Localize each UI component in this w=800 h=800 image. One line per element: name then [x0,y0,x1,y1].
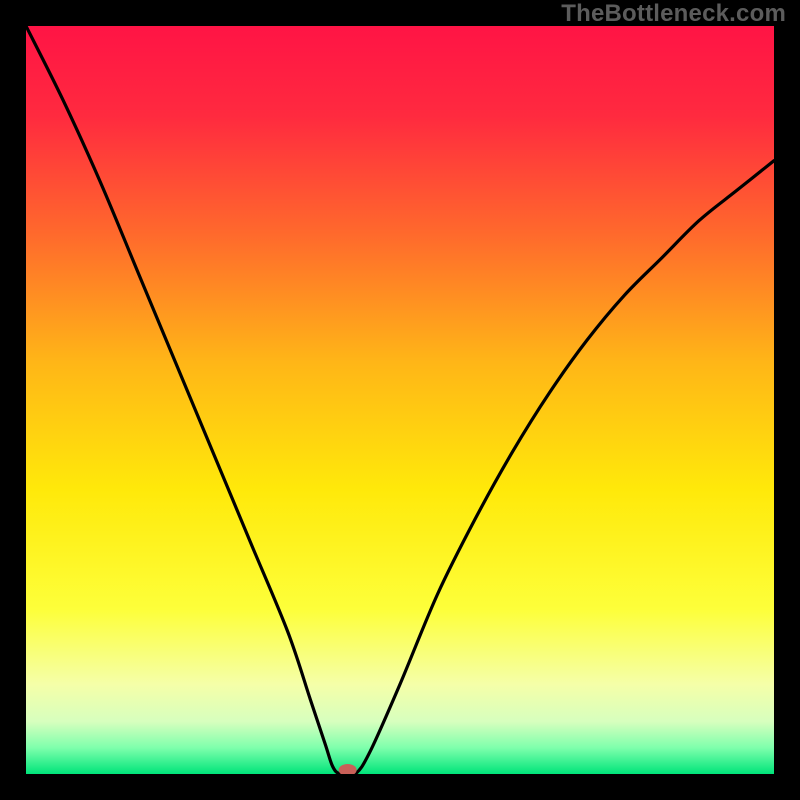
chart-svg [26,26,774,774]
chart-container: TheBottleneck.com [0,0,800,800]
gradient-background [26,26,774,774]
watermark-text: TheBottleneck.com [561,0,786,28]
plot-area [26,26,774,774]
